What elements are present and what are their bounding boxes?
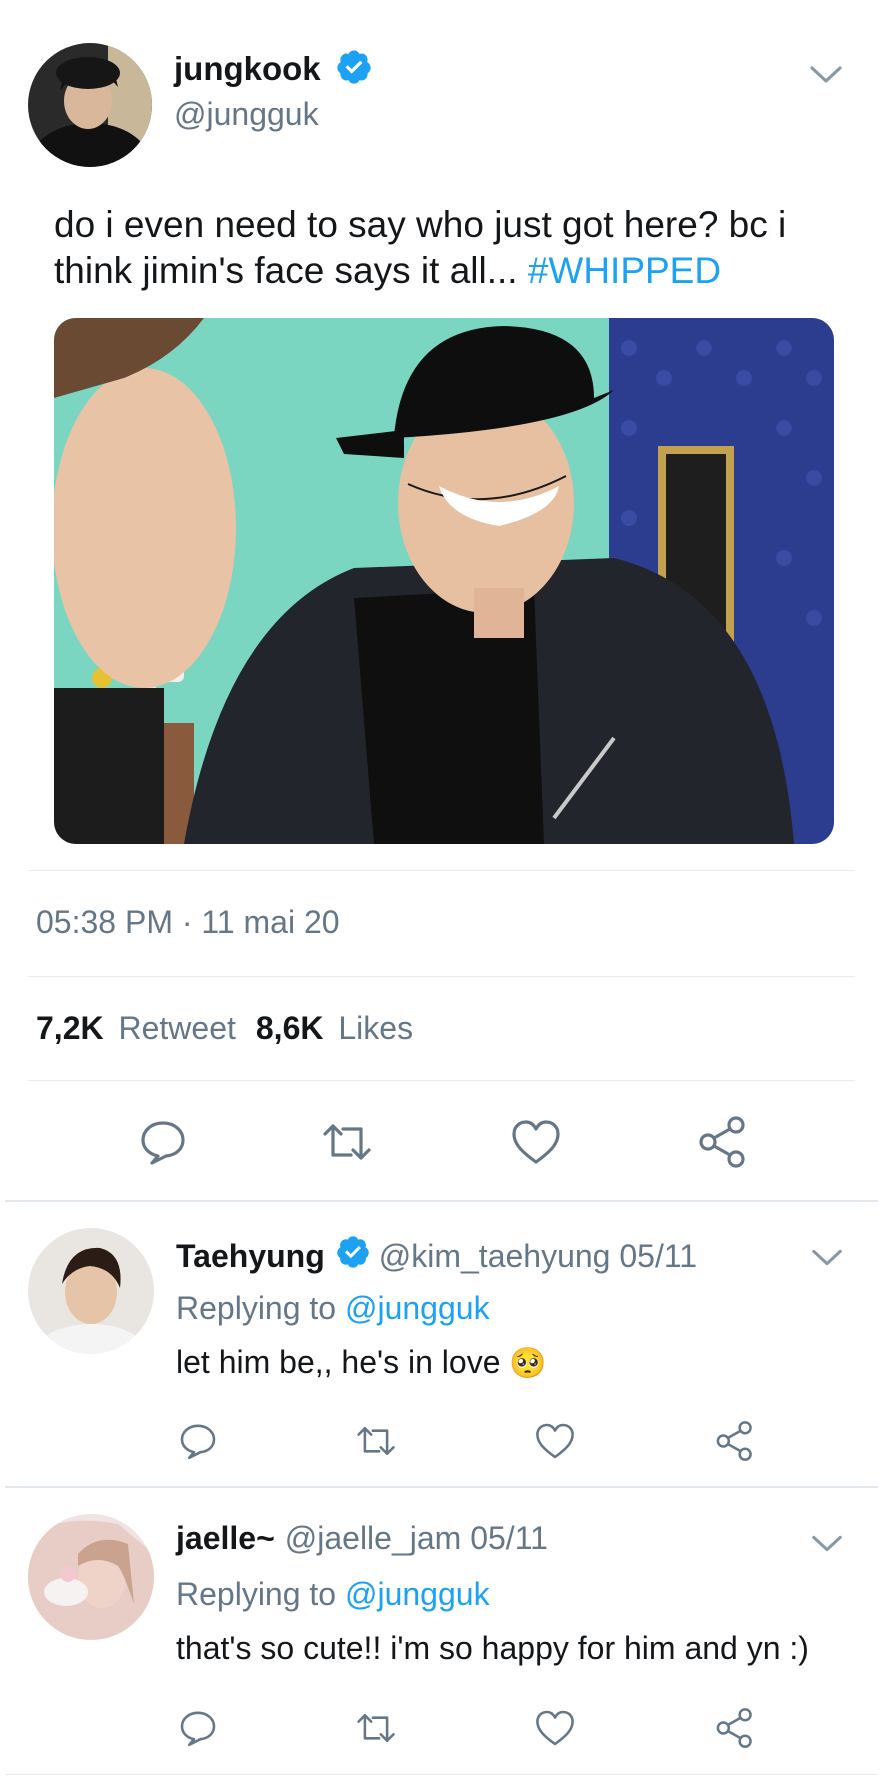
reply-text: let him be,, he's in love 🥺 xyxy=(176,1344,547,1381)
tweet-text: do i even need to say who just got here?… xyxy=(54,202,844,294)
reply-handle-date[interactable]: @jaelle_jam 05/11 xyxy=(285,1520,548,1557)
reply-icon xyxy=(180,1711,216,1747)
reply-icon xyxy=(141,1121,185,1165)
verified-badge-icon xyxy=(335,1234,371,1278)
divider xyxy=(5,1774,878,1775)
like-icon xyxy=(536,1710,574,1746)
like-icon xyxy=(512,1120,560,1164)
share-icon xyxy=(699,1116,745,1168)
reply-button[interactable] xyxy=(176,1706,220,1750)
hashtag-link[interactable]: #WHIPPED xyxy=(528,250,721,291)
reply-avatar[interactable] xyxy=(28,1514,154,1640)
reply-text: that's so cute!! i'm so happy for him an… xyxy=(176,1630,809,1666)
author-handle[interactable]: @jungguk xyxy=(174,96,319,133)
replying-to: Replying to @jungguk xyxy=(176,1576,490,1613)
replying-to: Replying to @jungguk xyxy=(176,1290,490,1327)
replying-to-prefix: Replying to xyxy=(176,1290,337,1326)
reply-author-name[interactable]: jaelle~ xyxy=(176,1520,275,1557)
share-icon xyxy=(716,1421,752,1461)
retweet-label: Retweet xyxy=(118,1010,236,1046)
likes-label: Likes xyxy=(338,1010,414,1046)
share-button[interactable] xyxy=(712,1706,758,1750)
reply-avatar[interactable] xyxy=(28,1228,154,1354)
reply-tweet[interactable]: jaelle~ @jaelle_jam 05/11 Replying to @j… xyxy=(0,1488,883,1774)
retweet-stat[interactable]: 7,2K Retweet xyxy=(36,1010,236,1047)
reply-icon xyxy=(180,1424,216,1460)
share-button[interactable] xyxy=(694,1115,752,1169)
reply-tweet[interactable]: Taehyung @kim_taehyung 05/11 Replying to… xyxy=(0,1202,883,1486)
reply-button[interactable] xyxy=(176,1419,220,1463)
tweet-timestamp[interactable]: 05:38 PM · 11 mai 20 xyxy=(36,904,340,941)
share-button[interactable] xyxy=(712,1419,758,1463)
like-button[interactable] xyxy=(508,1115,564,1169)
engagement-stats: 7,2K Retweet 8,6K Likes xyxy=(36,1010,413,1047)
chevron-down-icon[interactable] xyxy=(808,56,844,92)
divider xyxy=(28,976,855,977)
likes-stat[interactable]: 8,6K Likes xyxy=(256,1010,413,1047)
retweet-count: 7,2K xyxy=(36,1010,104,1046)
replying-to-prefix: Replying to xyxy=(176,1576,337,1612)
reply-header: Taehyung @kim_taehyung 05/11 xyxy=(176,1234,697,1278)
replying-to-handle[interactable]: @jungguk xyxy=(345,1290,490,1326)
replying-to-handle[interactable]: @jungguk xyxy=(345,1576,490,1612)
author-avatar[interactable] xyxy=(28,43,152,167)
pleading-face-emoji: 🥺 xyxy=(509,1347,547,1380)
author-name[interactable]: jungkook xyxy=(174,50,321,88)
likes-count: 8,6K xyxy=(255,1010,324,1046)
reply-text-body: let him be,, he's in love xyxy=(176,1344,501,1380)
like-icon xyxy=(536,1423,574,1459)
retweet-icon xyxy=(357,1427,395,1455)
divider xyxy=(28,1080,855,1081)
share-icon xyxy=(716,1708,752,1748)
author-name-row: jungkook xyxy=(174,48,373,90)
like-button[interactable] xyxy=(532,1706,578,1750)
chevron-down-icon[interactable] xyxy=(810,1526,846,1562)
reply-header: jaelle~ @jaelle_jam 05/11 xyxy=(176,1520,548,1557)
tweet-media-image[interactable] xyxy=(54,318,834,844)
reply-button[interactable] xyxy=(136,1115,190,1169)
retweet-icon xyxy=(323,1124,371,1160)
like-button[interactable] xyxy=(532,1419,578,1463)
divider xyxy=(28,870,855,871)
chevron-down-icon[interactable] xyxy=(810,1240,846,1276)
retweet-button[interactable] xyxy=(352,1706,400,1750)
verified-badge-icon xyxy=(335,48,373,91)
retweet-icon xyxy=(357,1714,395,1742)
reply-author-name[interactable]: Taehyung xyxy=(176,1238,325,1275)
retweet-button[interactable] xyxy=(352,1419,400,1463)
reply-handle-date[interactable]: @kim_taehyung 05/11 xyxy=(379,1238,697,1275)
retweet-button[interactable] xyxy=(318,1115,376,1169)
